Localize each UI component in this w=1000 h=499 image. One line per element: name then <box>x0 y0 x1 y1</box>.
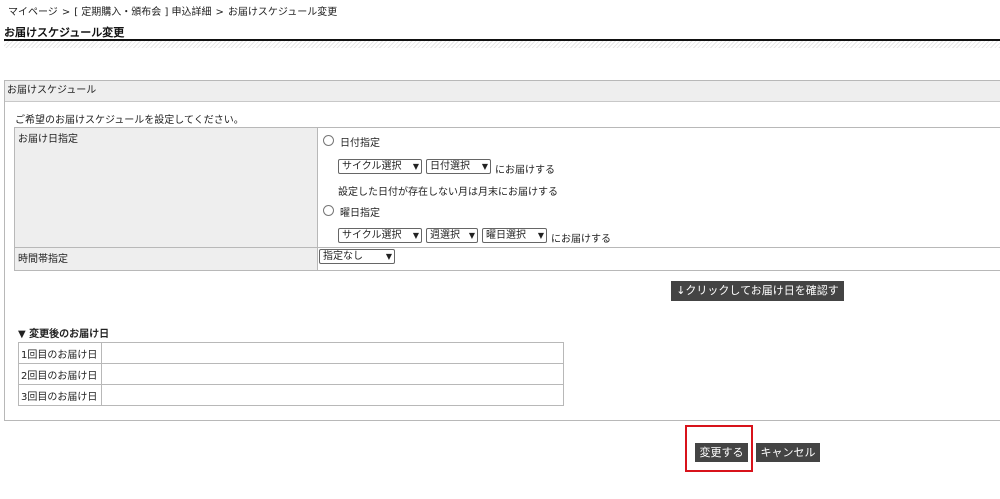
table-row: 2回目のお届け日 <box>18 363 564 385</box>
breadcrumb: マイページ >[ 定期購入・頒布会 ] 申込詳細 > お届けスケジュール変更 <box>8 3 337 18</box>
week-select[interactable]: 週選択 ▼ <box>426 228 478 243</box>
chevron-down-icon: ▼ <box>385 252 392 261</box>
delivery-date-options: 日付指定 サイクル選択 ▼ 日付選択 ▼ にお届けする 設定した日付が存在しない月は… <box>317 127 1000 248</box>
delivery-date-label: お届け日指定 <box>14 127 318 248</box>
chevron-down-icon: ▼ <box>412 162 419 171</box>
weekday-cycle-select-value: サイクル選択 <box>342 230 402 241</box>
breadcrumb-contract-link[interactable]: [ 定期購入・頒布会 ] 申込詳細 <box>74 7 211 18</box>
chevron-down-icon: ▼ <box>537 231 544 240</box>
intro-text: ご希望のお届けスケジュールを設定してください。 <box>15 115 244 126</box>
table-row: 1回目のお届け日 <box>18 342 564 364</box>
weekday-select-value: 曜日選択 <box>486 230 526 241</box>
confirm-delivery-dates-button[interactable]: ↓クリックしてお届け日を確認する <box>671 281 844 317</box>
title-pattern <box>4 41 1000 48</box>
date-day-select-value: 日付選択 <box>430 161 470 172</box>
date-cycle-select[interactable]: サイクル選択 ▼ <box>338 159 422 174</box>
chevron-down-icon: ▼ <box>468 231 475 240</box>
submit-button[interactable]: 変更する <box>695 443 748 462</box>
delivery-date-3-value <box>101 384 564 406</box>
weekday-option-label[interactable]: 曜日指定 <box>340 204 380 219</box>
date-option-note: 設定した日付が存在しない月は月末にお届けする <box>338 187 558 198</box>
time-cell: 指定なし ▼ <box>317 247 1000 271</box>
table-row: 3回目のお届け日 <box>18 384 564 406</box>
after-change-heading: ▼ 変更後のお届け日 <box>18 329 110 340</box>
delivery-date-1-label: 1回目のお届け日 <box>18 342 102 364</box>
weekday-select[interactable]: 曜日選択 ▼ <box>482 228 547 243</box>
delivery-date-1-value <box>101 342 564 364</box>
delivery-date-2-value <box>101 363 564 385</box>
date-option-label[interactable]: 日付指定 <box>340 134 380 149</box>
time-select-value: 指定なし <box>323 251 363 262</box>
delivery-date-3-label: 3回目のお届け日 <box>18 384 102 406</box>
date-option-suffix: にお届けする <box>495 165 555 176</box>
date-option-radio[interactable] <box>323 135 334 146</box>
delivery-dates-table: 1回目のお届け日 2回目のお届け日 3回目のお届け日 <box>18 342 564 406</box>
time-select[interactable]: 指定なし ▼ <box>319 249 395 264</box>
weekday-cycle-select[interactable]: サイクル選択 ▼ <box>338 228 422 243</box>
time-label: 時間帯指定 <box>14 247 318 271</box>
chevron-down-icon: ▼ <box>481 162 488 171</box>
weekday-option-suffix: にお届けする <box>551 234 611 245</box>
breadcrumb-separator: > <box>215 7 224 18</box>
cancel-button[interactable]: キャンセル <box>756 443 820 462</box>
delivery-date-2-label: 2回目のお届け日 <box>18 363 102 385</box>
date-day-select[interactable]: 日付選択 ▼ <box>426 159 491 174</box>
time-row: 時間帯指定 指定なし ▼ <box>14 247 1000 271</box>
panel-title: お届けスケジュール <box>5 81 1000 102</box>
breadcrumb-current: お届けスケジュール変更 <box>227 7 338 18</box>
breadcrumb-separator: > <box>61 7 71 18</box>
weekday-option-radio[interactable] <box>323 205 334 216</box>
page-title: お届けスケジュール変更 <box>4 26 125 39</box>
date-cycle-select-value: サイクル選択 <box>342 161 402 172</box>
week-select-value: 週選択 <box>430 230 460 241</box>
schedule-form-table: お届け日指定 日付指定 サイクル選択 ▼ 日付選択 ▼ にお届けする 設定した日付が… <box>14 127 1000 271</box>
delivery-date-row: お届け日指定 日付指定 サイクル選択 ▼ 日付選択 ▼ にお届けする 設定した日付が… <box>14 127 1000 248</box>
breadcrumb-mypage-link[interactable]: マイページ <box>8 7 58 18</box>
chevron-down-icon: ▼ <box>412 231 419 240</box>
